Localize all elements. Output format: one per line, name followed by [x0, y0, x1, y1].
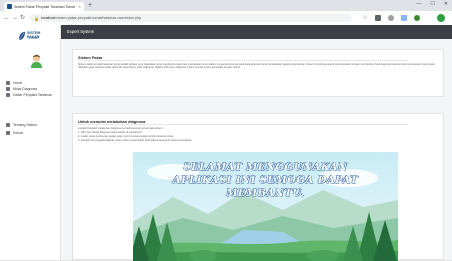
sidebar-item-keluar[interactable]: Keluar	[6, 131, 23, 135]
tab-title: Sistem Pakar Penyakit Tanaman Tomat	[14, 4, 75, 9]
list-icon	[6, 93, 10, 97]
lock-icon: 🔒	[34, 15, 39, 21]
window-controls: — ☐ ✕	[416, 1, 448, 7]
welcome-message: SELAMAT MENGGUNAKAN APLIKASI INI SEMOGA …	[133, 161, 398, 200]
address-bar-row: ← → ↻ 🔒 localhost/sistem-pakar-penyakit-…	[0, 11, 452, 26]
guide-step: 2. Jawab setiap pertanyaan gejala yang m…	[78, 135, 174, 138]
sidebar-item-label: Home	[13, 81, 23, 85]
guide-step: Langkah-langkah melakukan diagnosa penya…	[78, 127, 164, 130]
url-input[interactable]: 🔒 localhost/sistem-pakar-penyakit-tomat/…	[30, 14, 352, 22]
sidebar-item-label: Tentang Sistem	[13, 123, 38, 127]
new-tab-button[interactable]: +	[88, 2, 92, 10]
sidebar-item-tentang[interactable]: Tentang Sistem	[6, 123, 37, 127]
url-path: /sistem-pakar-penyakit-tomat/halaman-use…	[55, 16, 142, 20]
logo-leaf-icon	[18, 32, 25, 41]
extension-icon[interactable]	[401, 15, 407, 21]
app-logo[interactable]: SISTEM PAKAR TOMAT	[18, 29, 46, 43]
favicon-icon	[7, 4, 12, 9]
welcome-line: SELAMAT MENGGUNAKAN	[183, 162, 348, 173]
browser-tab[interactable]: Sistem Pakar Penyakit Tanaman Tomat ×	[4, 2, 84, 11]
welcome-banner: SELAMAT MENGGUNAKAN APLIKASI INI SEMOGA …	[133, 152, 398, 261]
browser-tab-bar: Sistem Pakar Penyakit Tanaman Tomat × + …	[0, 0, 452, 11]
browser-extensions: ☆	[362, 15, 420, 21]
extension-icon[interactable]	[414, 15, 420, 21]
top-navbar: Expert System	[61, 25, 452, 39]
home-icon	[6, 81, 10, 85]
sidebar-item-daftar-penyakit[interactable]: Daftar Penyakit Tanaman	[6, 93, 52, 97]
logout-icon	[6, 131, 10, 135]
url-text: localhost/sistem-pakar-penyakit-tomat/ha…	[41, 16, 141, 20]
info-icon	[6, 123, 10, 127]
guide-card: Untuk memulai melakukan diagnosa Langkah…	[72, 113, 444, 261]
about-description: Sistem pakar penyakit tanaman tomat adal…	[78, 63, 435, 70]
back-icon[interactable]: ←	[4, 14, 10, 22]
reload-icon[interactable]: ↻	[20, 14, 25, 22]
welcome-line: MEMBANTU.	[226, 188, 305, 199]
maximize-icon[interactable]: ☐	[430, 1, 434, 7]
url-host: localhost	[40, 16, 56, 20]
logo-subtitle: TOMAT	[27, 36, 40, 40]
guide-step: 1. Pilih menu Mulai Diagnosa pada sideba…	[78, 131, 143, 134]
sidebar-item-label: Keluar	[13, 131, 24, 135]
user-avatar	[31, 54, 42, 68]
tab-close-icon[interactable]: ×	[79, 4, 81, 9]
bookmark-star-icon[interactable]: ☆	[362, 15, 368, 21]
divider	[78, 124, 408, 125]
search-icon	[6, 87, 10, 91]
close-window-icon[interactable]: ✕	[444, 1, 448, 7]
sidebar-item-diagnosa[interactable]: Mulai Diagnosa	[6, 87, 37, 91]
profile-avatar[interactable]	[437, 14, 445, 22]
extension-icon[interactable]	[388, 15, 394, 21]
sidebar-item-home[interactable]: Home	[6, 81, 22, 85]
divider	[78, 60, 408, 61]
guide-step: 3. Setelah semua gejala dijawab, sistem …	[78, 139, 193, 142]
forward-icon[interactable]: →	[12, 14, 18, 22]
welcome-line: APLIKASI INI SEMOGA DAPAT	[172, 175, 359, 186]
extension-icon[interactable]	[375, 15, 381, 21]
app-window: SISTEM PAKAR TOMAT Home Mulai Diagnosa D…	[0, 25, 452, 261]
page-title: Expert System	[67, 29, 95, 34]
minimize-icon[interactable]: —	[416, 1, 421, 7]
sidebar-item-label: Daftar Penyakit Tanaman	[13, 93, 53, 97]
sidebar-item-label: Mulai Diagnosa	[13, 87, 38, 91]
sidebar: SISTEM PAKAR TOMAT Home Mulai Diagnosa D…	[0, 25, 61, 260]
about-card: Sistem Pakar Sistem pakar penyakit tanam…	[72, 49, 444, 97]
